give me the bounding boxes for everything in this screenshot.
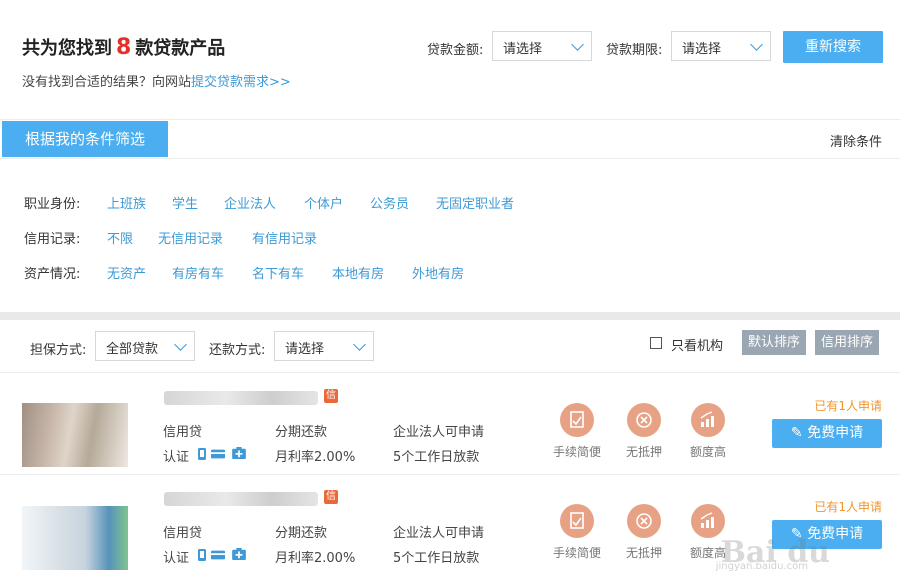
only-org-label: 只看机构 [671, 339, 724, 354]
result-count: 8 [116, 35, 132, 60]
filter-option[interactable]: 无固定职业者 [436, 193, 514, 212]
repay-select[interactable]: 请选择 [274, 331, 374, 361]
term-label: 贷款期限: [606, 43, 663, 58]
filter-option[interactable]: 无资产 [107, 263, 146, 282]
edit-icon: ✎ [790, 425, 808, 441]
no-result-hint: 没有找到合适的结果？向网站提交贷款需求>> [22, 71, 291, 90]
feature-label: 额度高 [689, 445, 726, 459]
filter-key: 职业身份: [24, 197, 81, 212]
result-title: 共为您找到 8 款贷款产品 [22, 34, 225, 60]
product-type: 信用贷 [163, 425, 203, 440]
apply-button-label: 免费申请 [807, 425, 864, 441]
monthly-rate: 月利率2.00% [275, 551, 356, 566]
repay-type: 分期还款 [275, 425, 328, 440]
feature-label: 无抵押 [625, 546, 662, 560]
verify-label: 认证 [163, 551, 190, 566]
filter-option[interactable]: 学生 [172, 193, 198, 212]
feature-label: 手续简便 [552, 445, 601, 459]
feature-simple: 手续简便 [547, 403, 607, 460]
baidu-watermark-url: jingyan.baidu.com [715, 561, 808, 572]
card-icon [211, 449, 225, 459]
product-name-blurred [164, 492, 318, 506]
divider [0, 158, 900, 159]
sort-credit-button[interactable]: 信用排序 [815, 330, 880, 355]
repay-type: 分期还款 [275, 526, 328, 541]
filter-option[interactable]: 无信用记录 [158, 228, 223, 247]
chevron-down-icon [750, 38, 763, 51]
filter-tab[interactable]: 根据我的条件筛选 [2, 121, 168, 157]
chevron-down-icon [571, 38, 584, 51]
result-suffix: 款贷款产品 [135, 38, 226, 59]
only-org-checkbox[interactable] [650, 337, 662, 349]
chevron-down-icon [353, 338, 366, 351]
filter-option[interactable]: 上班族 [107, 193, 146, 212]
applicant-type: 企业法人可申请 [393, 425, 485, 440]
product-logo-image [22, 403, 128, 467]
feature-no-collateral: 无抵押 [614, 403, 674, 460]
applied-count: 已有1人申请 [814, 399, 882, 413]
phone-icon [198, 448, 206, 460]
product-card: 信 信用贷 认证 分期还款 月利率2.00% 企业法人可申请 5个工作日放款 手… [0, 474, 900, 574]
amount-label: 贷款金额: [427, 43, 484, 58]
research-button[interactable]: 重新搜索 [783, 31, 883, 63]
feature-label: 手续简便 [552, 546, 601, 560]
chevron-down-icon [174, 338, 187, 351]
filter-key: 资产情况: [24, 267, 81, 282]
guarantee-label: 担保方式: [30, 343, 87, 358]
feature-simple: 手续简便 [547, 504, 607, 561]
filter-option[interactable]: 有信用记录 [252, 228, 317, 247]
phone-icon [198, 549, 206, 561]
medical-icon [232, 447, 246, 459]
guarantee-select-value: 全部贷款 [106, 342, 159, 357]
document-icon [570, 411, 584, 428]
filter-option[interactable]: 公务员 [370, 193, 409, 212]
guarantee-select[interactable]: 全部贷款 [95, 331, 195, 361]
product-name-blurred [164, 391, 318, 405]
filter-option[interactable]: 企业法人 [224, 193, 276, 212]
applied-count: 已有1人申请 [814, 500, 882, 514]
filter-option[interactable]: 名下有车 [252, 263, 304, 282]
feature-no-collateral: 无抵押 [614, 504, 674, 561]
filter-option[interactable]: 本地有房 [332, 263, 384, 282]
amount-select-value: 请选择 [503, 42, 543, 57]
free-apply-button[interactable]: ✎ 免费申请 [772, 419, 882, 448]
monthly-rate: 月利率2.00% [275, 450, 356, 465]
no-collateral-icon [636, 513, 652, 529]
amount-select[interactable]: 请选择 [492, 31, 592, 61]
filter-option[interactable]: 个体户 [304, 193, 343, 212]
feature-high-limit: 额度高 [678, 403, 738, 460]
verify-label: 认证 [163, 450, 190, 465]
medical-icon [232, 548, 246, 560]
credit-badge: 信 [324, 389, 338, 403]
filter-key: 信用记录: [24, 232, 81, 247]
growth-chart-icon [700, 512, 714, 528]
hint-text: 没有找到合适的结果？向网站 [22, 75, 192, 90]
submit-demand-link[interactable]: 提交贷款需求>> [191, 75, 291, 90]
repay-label: 还款方式: [209, 343, 266, 358]
repay-select-value: 请选择 [285, 342, 325, 357]
clear-conditions-link[interactable]: 清除条件 [830, 131, 882, 150]
term-select[interactable]: 请选择 [671, 31, 771, 61]
divider [0, 119, 900, 120]
product-type: 信用贷 [163, 526, 203, 541]
applicant-type: 企业法人可申请 [393, 526, 485, 541]
term-select-value: 请选择 [682, 42, 722, 57]
product-logo-image [22, 506, 128, 570]
filter-option[interactable]: 不限 [107, 228, 133, 247]
feature-label: 无抵押 [625, 445, 662, 459]
filter-option[interactable]: 有房有车 [172, 263, 224, 282]
credit-badge: 信 [324, 490, 338, 504]
loan-days: 5个工作日放款 [393, 551, 480, 566]
sort-default-button[interactable]: 默认排序 [742, 330, 807, 355]
document-icon [570, 512, 584, 529]
growth-chart-icon [700, 411, 714, 427]
filter-option[interactable]: 外地有房 [412, 263, 464, 282]
result-prefix: 共为您找到 [22, 38, 112, 59]
loan-days: 5个工作日放款 [393, 450, 480, 465]
card-icon [211, 550, 225, 560]
search-panel: 共为您找到 8 款贷款产品 没有找到合适的结果？向网站提交贷款需求>> 贷款金额: … [0, 0, 900, 312]
no-collateral-icon [636, 412, 652, 428]
product-card: 信 信用贷 认证 分期还款 月利率2.00% 企业法人可申请 5个工作日放款 手… [0, 373, 900, 473]
